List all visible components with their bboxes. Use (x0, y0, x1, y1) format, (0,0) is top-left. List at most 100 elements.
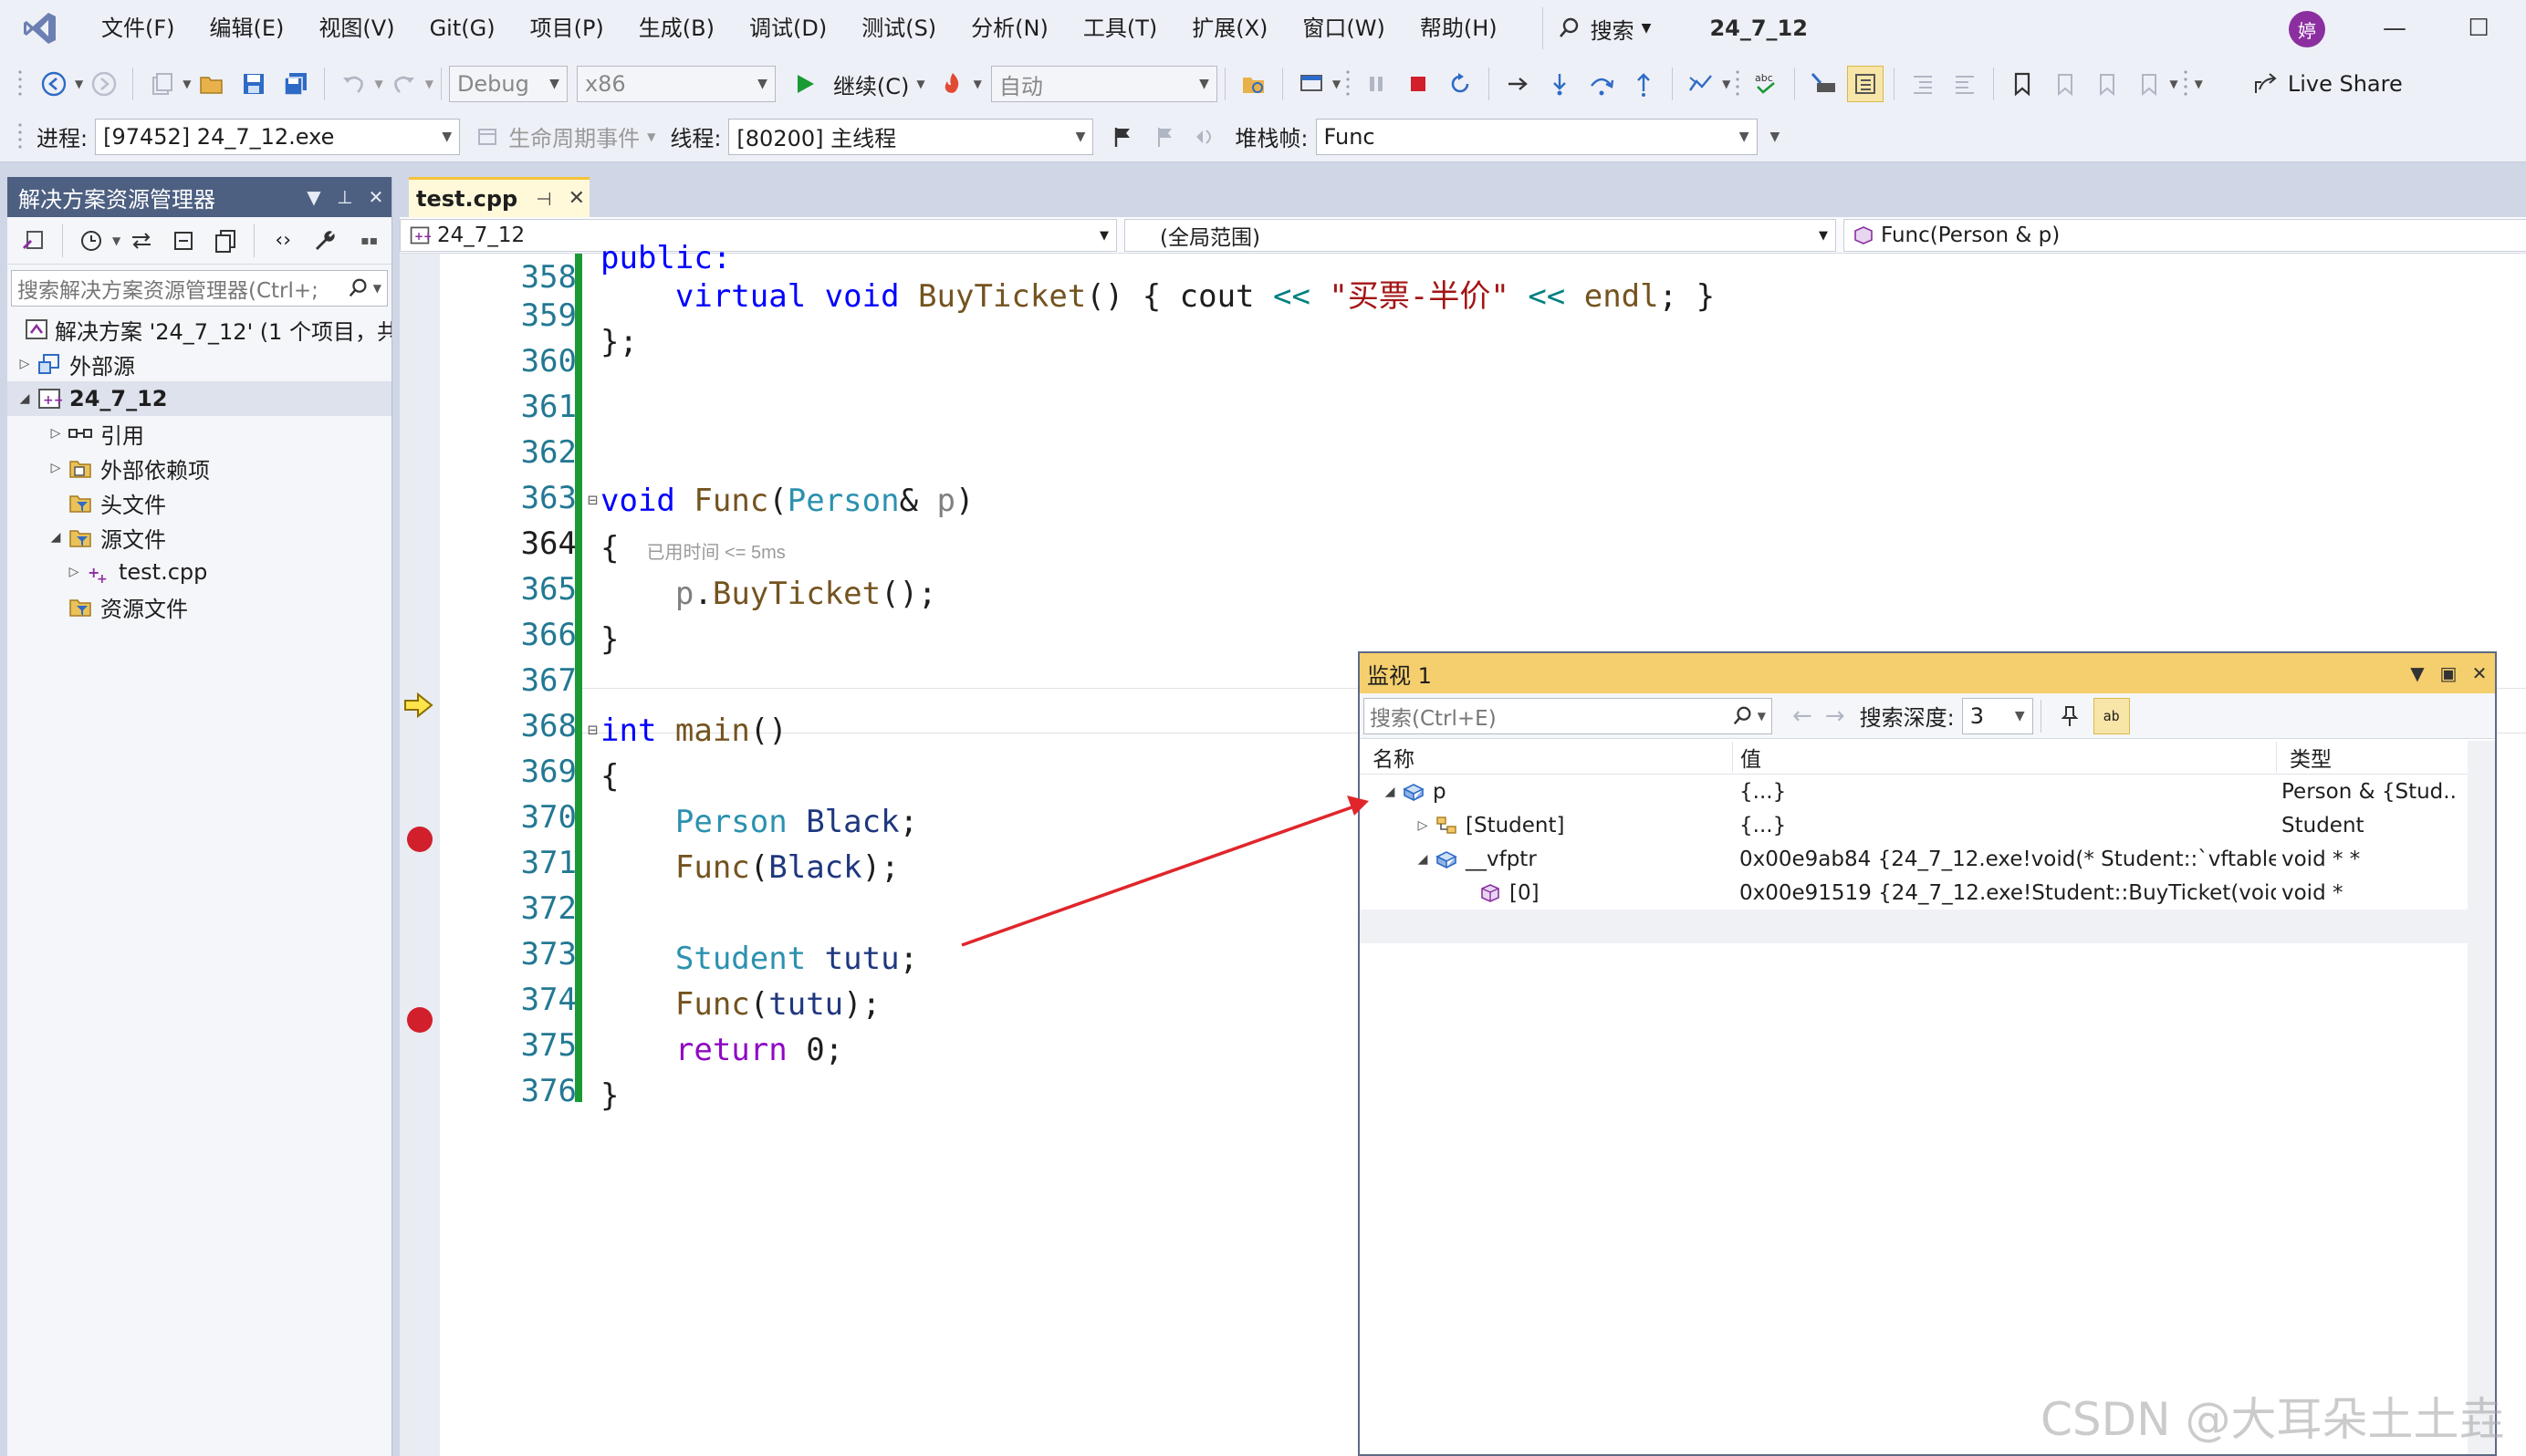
tab-test-cpp[interactable]: test.cpp ⊣ ✕ (409, 177, 590, 217)
minimize-button[interactable]: — (2358, 0, 2431, 57)
collapse-icon[interactable]: ⊟ (588, 708, 598, 754)
continue-button[interactable]: 继续(C) (833, 68, 909, 100)
menu-help[interactable]: 帮助(H) (1403, 0, 1515, 57)
project-nav-dropdown[interactable]: ++24_7_12 ▼ (400, 219, 1117, 252)
search-previous-icon[interactable]: ← (1792, 702, 1812, 730)
platform-dropdown[interactable]: x86 ▼ (576, 66, 776, 102)
watch-row-vfptr[interactable]: ◢ __vfptr 0x00e9ab84 {24_7_12.exe!void(*… (1360, 842, 2495, 876)
chevron-down-icon[interactable]: ▼ (1332, 78, 1341, 90)
window-options-icon[interactable]: ▼ (298, 186, 329, 208)
vertical-scrollbar[interactable] (2468, 741, 2495, 1454)
global-search-button[interactable]: 搜索 ▼ (1541, 7, 1666, 49)
browse-folder-icon[interactable] (1236, 66, 1272, 102)
chevron-right-icon[interactable]: ▷ (46, 461, 66, 475)
lifecycle-events-button[interactable]: 生命周期事件 (508, 120, 640, 152)
tree-item-test-cpp[interactable]: ▷ + + test.cpp (7, 555, 391, 589)
toolbar-grip[interactable] (16, 120, 24, 152)
view-code-icon[interactable]: ‹› (265, 223, 301, 259)
forward-icon[interactable] (86, 66, 122, 102)
step-into-icon[interactable] (1541, 66, 1578, 102)
menu-window[interactable]: 窗口(W) (1285, 0, 1402, 57)
thread-dropdown[interactable]: [80200] 主线程 ▼ (728, 118, 1094, 155)
tree-item-project[interactable]: ◢ ++ 24_7_12 (7, 381, 391, 416)
save-all-icon[interactable] (277, 66, 314, 102)
step-over-icon[interactable] (1583, 66, 1620, 102)
clear-bookmarks-icon[interactable] (2130, 66, 2166, 102)
window-options-icon[interactable]: ▼ (2402, 662, 2433, 684)
chevron-down-icon[interactable]: ▼ (2169, 78, 2177, 90)
pin-to-source-icon[interactable] (2051, 698, 2088, 734)
chevron-down-icon[interactable]: ▼ (2195, 78, 2203, 90)
undo-icon[interactable] (335, 66, 371, 102)
search-depth-dropdown[interactable]: 3 ▼ (1961, 697, 2033, 734)
watch-row-student[interactable]: ▷ [Student] {...} Student (1360, 808, 2495, 842)
chevron-down-icon[interactable]: ◢ (1380, 785, 1400, 799)
indent-icon[interactable] (1905, 66, 1941, 102)
chevron-down-icon[interactable]: ▼ (916, 78, 924, 90)
menu-project[interactable]: 项目(P) (513, 0, 621, 57)
chevron-down-icon[interactable]: ◢ (46, 530, 66, 545)
menu-file[interactable]: 文件(F) (84, 0, 193, 57)
chevron-down-icon[interactable]: ▼ (374, 78, 382, 90)
back-icon[interactable] (36, 66, 72, 102)
pin-icon[interactable]: ⊣ (536, 188, 551, 210)
diagnostic-tools-icon[interactable] (1683, 66, 1719, 102)
maximize-icon[interactable]: ▣ (2433, 662, 2464, 684)
open-folder-icon[interactable] (193, 66, 230, 102)
column-header-name[interactable]: 名称 (1360, 742, 1732, 773)
show-next-statement-icon[interactable] (1499, 66, 1536, 102)
breakpoint-icon[interactable] (407, 1007, 433, 1033)
tree-item-header-files[interactable]: 头文件 (7, 485, 391, 520)
tree-item-external-deps[interactable]: ▷ 外部依赖项 (7, 451, 391, 485)
menu-extensions[interactable]: 扩展(X) (1174, 0, 1285, 57)
pending-changes-icon[interactable] (73, 223, 110, 259)
stop-icon[interactable] (1400, 66, 1436, 102)
tree-item-solution[interactable]: 解决方案 '24_7_12' (1 个项目，共 (7, 312, 391, 347)
bookmark-icon[interactable] (2004, 66, 2041, 102)
toolbar-grip[interactable] (1344, 68, 1352, 99)
toolbar-grip[interactable] (2181, 68, 2189, 99)
flag-icon[interactable] (1104, 119, 1141, 155)
tree-item-external-sources[interactable]: ▷ 外部源 (7, 347, 391, 381)
chevron-down-icon[interactable]: ◢ (1413, 852, 1433, 867)
chevron-down-icon[interactable]: ◢ (15, 391, 35, 406)
spell-check-icon[interactable]: abc (1748, 66, 1784, 102)
breakpoint-icon[interactable] (407, 827, 433, 852)
solution-search-input[interactable]: 搜索解决方案资源管理器(Ctrl+; ▼ (11, 270, 388, 307)
hot-reload-icon[interactable] (934, 66, 971, 102)
close-icon[interactable]: ✕ (360, 186, 391, 208)
watch-add-item-row[interactable] (1360, 910, 2495, 943)
maximize-button[interactable]: ☐ (2442, 0, 2515, 57)
filter-threads-icon[interactable] (1188, 119, 1225, 155)
chevron-right-icon[interactable]: ▷ (1413, 818, 1433, 833)
watch-row-index-0[interactable]: [0] 0x00e91519 {24_7_12.exe!Student::Buy… (1360, 876, 2495, 910)
step-out-icon[interactable] (1625, 66, 1662, 102)
column-header-value[interactable]: 值 (1732, 742, 2276, 773)
comment-icon[interactable] (1805, 66, 1842, 102)
chevron-down-icon[interactable]: ▼ (647, 130, 655, 143)
menu-view[interactable]: 视图(V) (301, 0, 412, 57)
chevron-down-icon[interactable]: ▼ (112, 234, 120, 247)
switch-views-icon[interactable] (16, 223, 52, 259)
chevron-right-icon[interactable]: ▷ (46, 426, 66, 441)
auto-dropdown[interactable]: 自动 ▼ (990, 66, 1217, 102)
menu-debug[interactable]: 调试(D) (732, 0, 844, 57)
column-header-type[interactable]: 类型 (2276, 742, 2458, 773)
stack-frame-dropdown[interactable]: Func ▼ (1315, 118, 1758, 155)
configuration-dropdown[interactable]: Debug ▼ (448, 66, 568, 102)
scope-nav-dropdown[interactable]: (全局范围) ▼ (1124, 219, 1836, 252)
close-icon[interactable]: ✕ (569, 187, 585, 210)
menu-build[interactable]: 生成(B) (621, 0, 732, 57)
hex-display-icon[interactable]: ab (2093, 697, 2130, 734)
avatar[interactable]: 婷 (2289, 11, 2325, 47)
lifecycle-events-icon[interactable] (469, 119, 506, 155)
chevron-down-icon[interactable]: ▼ (183, 78, 191, 90)
chevron-down-icon[interactable]: ▼ (1722, 78, 1730, 90)
breakpoint-margin[interactable] (400, 254, 440, 1456)
live-share-button[interactable]: Live Share (2288, 71, 2403, 97)
live-share-icon[interactable] (2247, 66, 2283, 102)
sync-icon[interactable] (123, 223, 160, 259)
chevron-down-icon[interactable]: ▼ (373, 282, 381, 295)
menu-analyze[interactable]: 分析(N) (954, 0, 1066, 57)
outdent-icon[interactable] (1947, 66, 1983, 102)
